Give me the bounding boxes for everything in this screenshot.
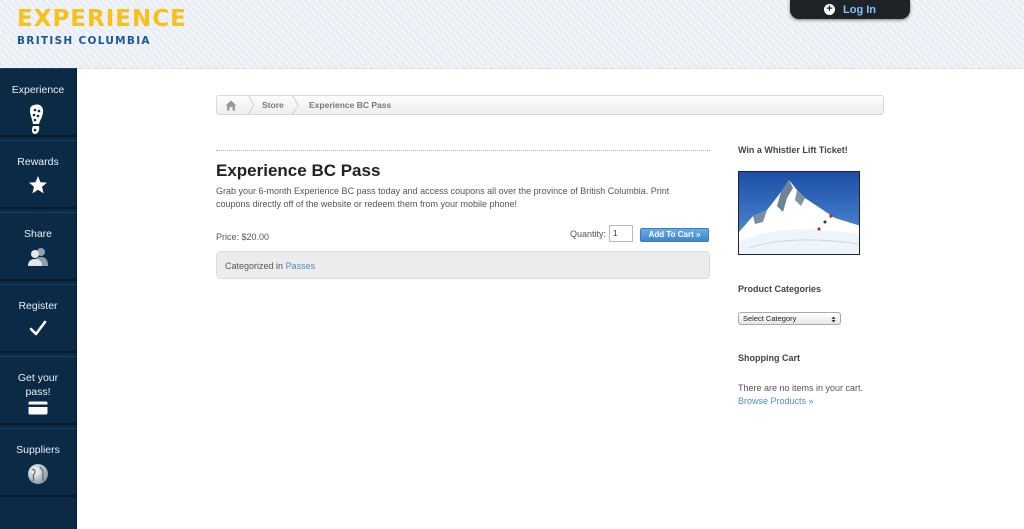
- people-icon: [28, 248, 48, 266]
- browse-products-link[interactable]: Browse Products »: [738, 396, 814, 406]
- sidebar-item-get-pass[interactable]: Get your pass!: [0, 356, 76, 425]
- breadcrumb-item-current: Experience BC Pass: [309, 100, 392, 110]
- category-select-value: Select Category: [743, 314, 797, 323]
- sidebar-item-rewards[interactable]: Rewards: [0, 140, 76, 209]
- whistler-promo-image[interactable]: [738, 171, 860, 255]
- categorized-label: Categorized in: [225, 261, 284, 271]
- category-select[interactable]: Select Category: [738, 312, 841, 325]
- logo-subtitle[interactable]: BRITISH COLUMBIA: [17, 35, 151, 47]
- chevron-separator-icon: [247, 95, 255, 115]
- sidebar-item-suppliers[interactable]: Suppliers: [0, 428, 76, 497]
- checkmark-icon: [29, 320, 47, 336]
- sidebar-item-share[interactable]: Share: [0, 212, 76, 281]
- sidebar-item-experience[interactable]: Experience: [0, 68, 76, 137]
- credit-card-icon: [28, 401, 48, 415]
- site-header: EXPERIENCE BRITISH COLUMBIA + Log In: [0, 0, 1024, 69]
- sidebar-item-label: Suppliers: [16, 444, 60, 456]
- sidebar-item-label: Rewards: [17, 156, 59, 168]
- breadcrumb: Store Experience BC Pass: [216, 95, 884, 115]
- login-button[interactable]: + Log In: [790, 0, 910, 19]
- plus-circle-icon: +: [824, 4, 835, 15]
- add-to-cart-button[interactable]: Add To Cart »: [640, 228, 709, 242]
- sidebar-item-label: Experience: [11, 84, 65, 96]
- quantity-label: Quantity:: [570, 229, 607, 239]
- star-icon: [29, 176, 47, 194]
- cart-empty-text: There are no items in your cart.: [738, 383, 864, 393]
- breadcrumb-item-store[interactable]: Store: [262, 100, 284, 110]
- chevron-separator-icon: [291, 95, 299, 115]
- shopping-cart-heading: Shopping Cart: [738, 353, 800, 363]
- sidebar-item-register[interactable]: Register: [0, 284, 76, 353]
- quantity-input[interactable]: [609, 225, 633, 242]
- mountain-snow-picture: [739, 172, 859, 254]
- product-price: Price: $20.00: [216, 232, 270, 242]
- login-label: Log In: [843, 3, 876, 16]
- select-arrows-icon: [831, 316, 836, 323]
- product-description: Grab your 6-month Experience BC pass tod…: [216, 186, 670, 209]
- sidebar-item-label: Register: [18, 300, 58, 312]
- sidebar-item-label: Get your pass!: [17, 372, 59, 398]
- category-info-box: Categorized in Passes: [216, 251, 710, 279]
- sidebar-nav: Experience Rewards Share Register Get yo…: [0, 68, 77, 529]
- promo-heading: Win a Whistler Lift Ticket!: [738, 145, 848, 155]
- category-link-passes[interactable]: Passes: [286, 261, 316, 271]
- globe-icon: [28, 464, 48, 484]
- product-categories-heading: Product Categories: [738, 284, 822, 294]
- product-title: Experience BC Pass: [216, 161, 381, 180]
- boot-print-icon: [30, 104, 44, 134]
- logo-title[interactable]: EXPERIENCE: [17, 6, 187, 32]
- home-icon[interactable]: [225, 100, 237, 111]
- section-divider: [216, 150, 710, 151]
- categorized-line: Categorized in Passes: [225, 261, 315, 271]
- sidebar-item-label: Share: [23, 228, 53, 240]
